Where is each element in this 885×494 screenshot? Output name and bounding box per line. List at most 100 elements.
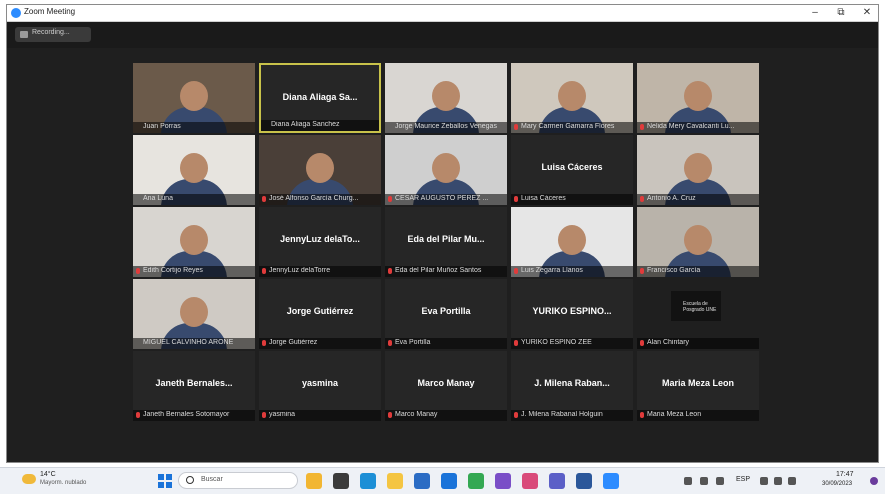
participant-tile[interactable]: Mary Carmen Gamarra Flores: [511, 63, 633, 133]
clock-date[interactable]: 30/09/2023: [822, 481, 852, 487]
participant-tile[interactable]: yasmina yasmina: [259, 351, 381, 421]
minimize-button[interactable]: –: [804, 6, 826, 20]
participant-tile[interactable]: Jorge Maurice Zeballos Venegas: [385, 63, 507, 133]
participant-name: YURIKO ESPINO ZEE: [521, 339, 592, 346]
start-button-icon[interactable]: [158, 474, 172, 488]
participant-name-bar: Jorge Maurice Zeballos Venegas: [385, 122, 507, 133]
muted-mic-icon: [514, 268, 518, 274]
participant-name: Jorge Gutiérrez: [269, 339, 318, 346]
participant-name: Edith Cortijo Reyes: [143, 267, 203, 274]
participant-name: José Alfonso García Churg...: [269, 195, 359, 202]
muted-mic-icon: [514, 340, 518, 346]
participant-tile[interactable]: Escuela de Posgrado UNE Alan Chintary: [637, 279, 759, 349]
participant-face: [558, 81, 586, 111]
participant-tile[interactable]: CESAR AUGUSTO PEREZ ...: [385, 135, 507, 205]
participant-name: Alan Chintary: [647, 339, 690, 346]
participant-face: [432, 81, 460, 111]
participant-tile[interactable]: Diana Aliaga Sa... Diana Aliaga Sanchez: [259, 63, 381, 133]
participant-tile[interactable]: Eda del Pilar Mu... Eda del Pilar Muñoz S…: [385, 207, 507, 277]
recording-indicator[interactable]: Recording...: [15, 27, 91, 42]
mail-icon[interactable]: [441, 473, 457, 489]
participant-tile[interactable]: Francisco García: [637, 207, 759, 277]
participant-name: Janeth Bernales Sotomayor: [143, 411, 230, 418]
participant-name-bar: CESAR AUGUSTO PEREZ ...: [385, 194, 507, 205]
participant-display-name: Jorge Gutiérrez: [286, 306, 354, 316]
participant-display-name: JennyLuz delaTo...: [280, 234, 360, 244]
notification-icon[interactable]: [870, 477, 878, 485]
file-explorer-icon[interactable]: [306, 473, 322, 489]
participant-name: Ana Luna: [143, 195, 173, 202]
chevron-up-icon[interactable]: [684, 477, 692, 485]
participant-tile[interactable]: Eva Portilla Eva Portilla: [385, 279, 507, 349]
participant-display-name: Marco Manay: [417, 378, 475, 388]
muted-mic-icon: [136, 412, 140, 418]
muted-mic-icon: [262, 196, 266, 202]
task-view-icon[interactable]: [333, 473, 349, 489]
participant-display-name: Janeth Bernales...: [155, 378, 233, 388]
language-indicator[interactable]: ESP: [736, 476, 750, 483]
chrome-icon[interactable]: [468, 473, 484, 489]
weather-icon[interactable]: [22, 474, 36, 484]
network-icon[interactable]: [700, 477, 708, 485]
word-icon[interactable]: [576, 473, 592, 489]
participant-tile[interactable]: José Alfonso García Churg...: [259, 135, 381, 205]
participant-name: Antonio A. Cruz: [647, 195, 696, 202]
participant-tile[interactable]: Marco Manay Marco Manay: [385, 351, 507, 421]
participant-tile[interactable]: YURIKO ESPINO... YURIKO ESPINO ZEE: [511, 279, 633, 349]
store-icon[interactable]: [414, 473, 430, 489]
participant-name-bar: Antonio A. Cruz: [637, 194, 759, 205]
wifi-icon[interactable]: [760, 477, 768, 485]
participant-tile[interactable]: Jorge Gutiérrez Jorge Gutiérrez: [259, 279, 381, 349]
battery-icon[interactable]: [788, 477, 796, 485]
participant-tile[interactable]: Nelida Mery Cavalcanti Lu...: [637, 63, 759, 133]
participant-name: Diana Aliaga Sanchez: [271, 121, 340, 128]
muted-mic-icon: [640, 196, 644, 202]
teams-icon[interactable]: [549, 473, 565, 489]
shared-logo-image: Escuela de Posgrado UNE: [671, 291, 721, 321]
search-placeholder: Buscar: [201, 476, 223, 483]
participant-tile[interactable]: Ana Luna: [133, 135, 255, 205]
recording-label: Recording...: [32, 29, 70, 36]
folder-icon[interactable]: [387, 473, 403, 489]
speaker-icon[interactable]: [774, 477, 782, 485]
participant-name: Maria Meza Leon: [647, 411, 702, 418]
participant-name: CESAR AUGUSTO PEREZ ...: [395, 195, 489, 202]
participant-face: [684, 153, 712, 183]
muted-mic-icon: [514, 412, 518, 418]
title-bar: Zoom Meeting – ⧉ ✕: [7, 5, 878, 22]
participant-name: J. Milena Rabanal Holguin: [521, 411, 603, 418]
windows-taskbar: 14°C Mayorm. nublado Buscar ESP 17:47 30…: [0, 467, 885, 494]
maximize-button[interactable]: ⧉: [830, 6, 852, 20]
participant-tile[interactable]: Juan Porras: [133, 63, 255, 133]
participant-tile[interactable]: Maria Meza Leon Maria Meza Leon: [637, 351, 759, 421]
clock-time[interactable]: 17:47: [836, 471, 854, 478]
muted-mic-icon: [388, 196, 392, 202]
window-title: Zoom Meeting: [24, 7, 76, 16]
participant-tile[interactable]: Luis Zegarra Llanos: [511, 207, 633, 277]
recording-bar: Recording...: [7, 22, 878, 48]
participant-name-bar: Luis Zegarra Llanos: [511, 266, 633, 277]
volume-icon[interactable]: [716, 477, 724, 485]
muted-mic-icon: [388, 268, 392, 274]
zoom-icon[interactable]: [603, 473, 619, 489]
participant-tile[interactable]: J. Milena Raban... J. Milena Rabanal Holg…: [511, 351, 633, 421]
participant-face: [180, 81, 208, 111]
participant-name-bar: yasmina: [259, 410, 381, 421]
muted-mic-icon: [388, 340, 392, 346]
weather-temperature: 14°C: [40, 471, 56, 478]
participant-display-name: Diana Aliaga Sa...: [282, 92, 358, 102]
participant-tile[interactable]: Luisa Cáceres Luisa Cáceres: [511, 135, 633, 205]
participant-name-bar: YURIKO ESPINO ZEE: [511, 338, 633, 349]
participant-tile[interactable]: JennyLuz delaTo... JennyLuz delaTorre: [259, 207, 381, 277]
participant-name-bar: Eva Portilla: [385, 338, 507, 349]
media-icon[interactable]: [495, 473, 511, 489]
participant-name: MIGUEL CALVINHO ARONE: [143, 339, 234, 346]
taskbar-search[interactable]: Buscar: [178, 472, 298, 489]
participant-tile[interactable]: Antonio A. Cruz: [637, 135, 759, 205]
participant-tile[interactable]: Janeth Bernales... Janeth Bernales Sotoma…: [133, 351, 255, 421]
edge-icon[interactable]: [360, 473, 376, 489]
close-button[interactable]: ✕: [856, 6, 878, 20]
participant-tile[interactable]: MIGUEL CALVINHO ARONE: [133, 279, 255, 349]
photos-icon[interactable]: [522, 473, 538, 489]
participant-tile[interactable]: Edith Cortijo Reyes: [133, 207, 255, 277]
